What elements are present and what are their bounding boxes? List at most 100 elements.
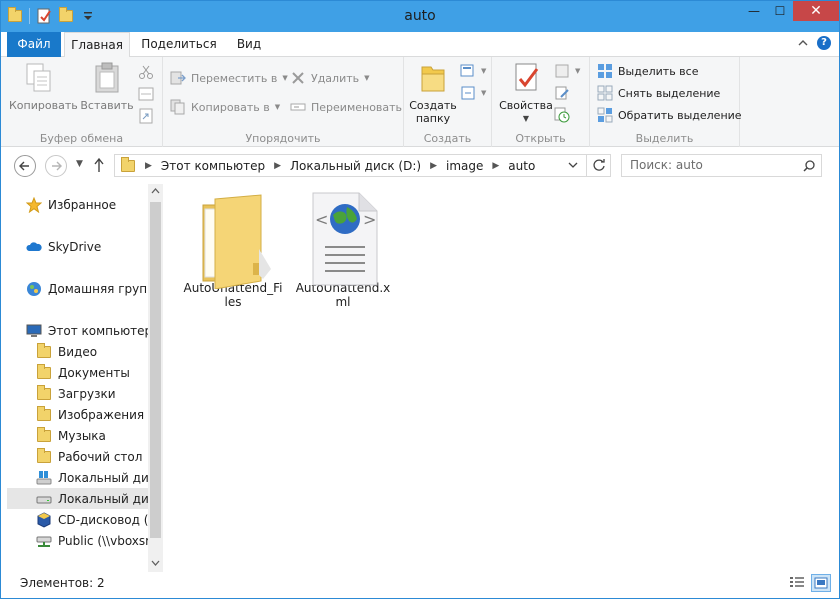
edit-icon [554,85,570,101]
dropdown-arrow-icon: ▼ [575,67,581,75]
history-button[interactable] [554,105,570,125]
select-all-button[interactable]: Выделить все [597,61,698,81]
nav-item-local-disk-d[interactable]: Локальный диск [7,488,148,509]
close-button[interactable]: ✕ [793,1,839,21]
scroll-up-icon[interactable] [148,184,163,200]
folder-icon [193,189,273,290]
breadcrumb-local-disk-d[interactable]: Локальный диск (D:) [290,159,421,173]
file-item-xml[interactable]: < > AutoUnattend.xml [293,189,393,309]
homegroup-icon [26,281,42,297]
delete-button[interactable]: Удалить ▼ [290,68,370,88]
new-folder-label-1: Создать [409,99,457,112]
paste-label: Вставить [80,99,134,112]
new-item-button[interactable]: ▼ [460,61,486,81]
new-folder-icon [417,61,449,95]
paste-shortcut-icon [138,108,154,124]
new-folder-button[interactable]: Создать папку [408,61,458,125]
move-to-label: Переместить в [191,71,278,85]
breadcrumb-separator[interactable]: ▶ [274,161,281,171]
forward-button[interactable] [45,155,67,177]
edit-button[interactable] [554,83,570,103]
breadcrumb-separator[interactable]: ▶ [145,161,152,171]
search-placeholder: Поиск: auto [630,158,703,172]
chevron-up-icon[interactable] [797,37,809,49]
easy-access-button[interactable]: ▼ [460,83,486,103]
large-icons-view-button[interactable] [811,574,831,592]
tab-home[interactable]: Главная [64,32,130,58]
tab-view[interactable]: Вид [227,32,271,57]
up-arrow-icon[interactable] [93,157,105,177]
nav-item-label: Документы [58,365,130,380]
file-item-folder[interactable]: AutoUnattend_Files [183,189,283,309]
paste-button[interactable]: Вставить [79,61,135,112]
nav-homegroup-label: Домашняя группа [48,281,148,296]
nav-item-downloads[interactable]: Загрузки [7,383,148,404]
nav-skydrive[interactable]: SkyDrive [7,236,148,257]
network-drive-icon [36,533,52,549]
group-label-organize: Упорядочить [245,132,321,145]
rename-label: Переименовать [311,100,403,114]
nav-item-label: Public (\\vboxsrv [58,533,148,548]
nav-item-video[interactable]: Видео [7,341,148,362]
computer-icon [26,323,42,339]
nav-item-label: Локальный диск [58,470,148,485]
nav-item-pictures[interactable]: Изображения [7,404,148,425]
copy-path-button[interactable] [138,84,154,104]
nav-favorites[interactable]: Избранное [7,194,148,215]
address-bar[interactable]: ▶ Этот компьютер ▶ Локальный диск (D:) ▶… [114,154,611,177]
nav-item-public-share[interactable]: Public (\\vboxsrv [7,530,148,551]
copy-to-button[interactable]: Копировать в ▼ [170,97,280,117]
search-icon[interactable] [803,158,815,172]
invert-selection-button[interactable]: Обратить выделение [597,105,742,125]
help-icon[interactable]: ? [817,36,831,50]
refresh-button[interactable] [586,155,610,176]
select-none-label: Снять выделение [618,86,721,100]
move-to-button[interactable]: Переместить в ▼ [170,68,288,88]
pictures-folder-icon [36,405,52,423]
copy-to-label: Копировать в [191,100,270,114]
properties-button[interactable]: Свойства ▼ [496,61,556,125]
title-bar: auto — ☐ ✕ [1,1,839,32]
breadcrumb-auto[interactable]: auto [508,159,535,173]
minimize-button[interactable]: — [741,1,767,21]
maximize-button[interactable]: ☐ [767,1,793,21]
nav-item-cd-drive[interactable]: CD-дисковод (E: [7,509,148,530]
rename-button[interactable]: Переименовать [290,97,402,117]
open-icon [554,63,570,79]
nav-scrollbar[interactable] [148,184,163,572]
group-label-select: Выделить [635,132,694,145]
recent-locations-icon[interactable]: ▼ [76,159,83,169]
select-none-button[interactable]: Снять выделение [597,83,720,103]
scroll-down-icon[interactable] [148,556,163,572]
navigation-pane: Избранное SkyDrive Домашняя группа Этот … [7,184,148,572]
copy-button[interactable]: Копировать [9,61,78,112]
nav-this-pc[interactable]: Этот компьютер [7,320,148,341]
back-button[interactable] [14,155,36,177]
breadcrumb-image[interactable]: image [446,159,483,173]
nav-item-local-disk-c[interactable]: Локальный диск [7,467,148,488]
xml-file-icon: < > [303,189,383,286]
tab-file[interactable]: Файл [7,32,61,57]
address-dropdown-icon[interactable] [568,159,578,174]
nav-item-music[interactable]: Музыка [7,425,148,446]
nav-item-desktop[interactable]: Рабочий стол [7,446,148,467]
copy-icon [23,61,55,95]
nav-homegroup[interactable]: Домашняя группа [7,278,148,299]
cut-button[interactable] [138,62,154,82]
breadcrumb-separator[interactable]: ▶ [430,161,437,171]
breadcrumb-separator[interactable]: ▶ [492,161,499,171]
paste-shortcut-button[interactable] [138,106,154,126]
copy-label: Копировать [9,99,78,112]
details-view-button[interactable] [788,574,808,592]
dropdown-arrow-icon: ▼ [274,103,281,111]
breadcrumb-this-pc[interactable]: Этот компьютер [161,159,265,173]
nav-favorites-label: Избранное [48,197,117,212]
search-input[interactable]: Поиск: auto [621,154,822,177]
tab-share[interactable]: Поделиться [136,32,222,57]
open-button[interactable]: ▼ [554,61,580,81]
dropdown-arrow-icon: ▼ [522,114,530,123]
scroll-thumb[interactable] [150,202,161,538]
group-select: Выделить все Снять выделение Обратить вы… [590,57,742,147]
nav-item-documents[interactable]: Документы [7,362,148,383]
group-create: Создать папку ▼ ▼ Создать [404,57,492,147]
